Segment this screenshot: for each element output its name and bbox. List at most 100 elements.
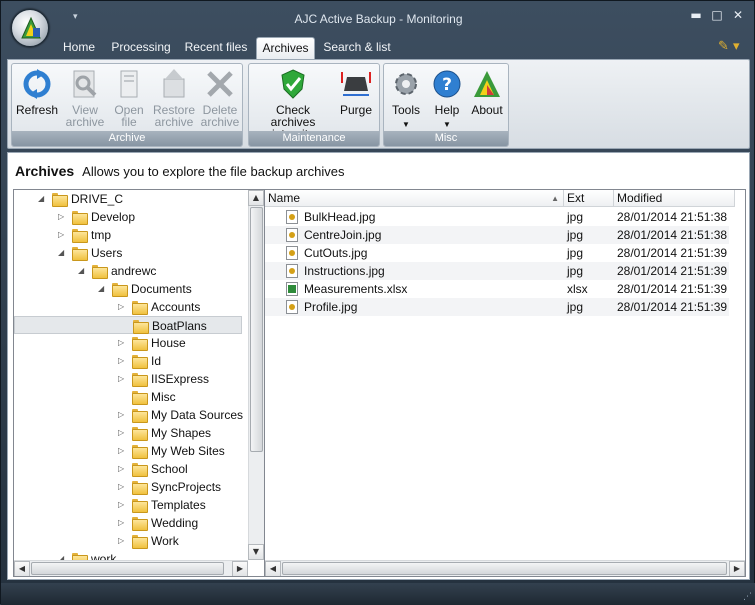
delete-archive-icon bbox=[207, 71, 233, 97]
theme-palette-icon[interactable]: ✎ ▾ bbox=[718, 39, 744, 55]
tree-item[interactable]: ▷ School bbox=[14, 460, 242, 478]
view-archive-button[interactable]: View archive bbox=[62, 67, 108, 128]
expand-icon[interactable]: ▷ bbox=[58, 226, 68, 244]
expand-icon[interactable]: ▷ bbox=[118, 334, 128, 352]
tree-item[interactable]: ◢ Users bbox=[14, 244, 242, 262]
restore-archive-button[interactable]: Restore archive bbox=[150, 67, 198, 128]
expand-icon[interactable]: ▷ bbox=[118, 478, 128, 496]
tree-item[interactable]: ▷ My Web Sites bbox=[14, 442, 242, 460]
file-row[interactable]: Measurements.xlsx xlsx 28/01/2014 21:51:39 bbox=[265, 280, 729, 298]
tree-item-label: My Data Sources bbox=[151, 408, 244, 422]
list-hscroll-thumb[interactable] bbox=[282, 562, 727, 575]
tree-item[interactable]: Misc bbox=[14, 388, 242, 406]
tree-item[interactable]: ▷ Id bbox=[14, 352, 242, 370]
tab-home[interactable]: Home bbox=[58, 37, 100, 59]
collapse-icon[interactable]: ◢ bbox=[38, 190, 48, 208]
tree-item[interactable]: ▷ Templates bbox=[14, 496, 242, 514]
tree-item[interactable]: ◢ andrewc bbox=[14, 262, 242, 280]
folder-icon bbox=[52, 193, 68, 207]
folder-tree[interactable]: ◢ DRIVE_C ▷ Develop ▷ tmp ◢ Users ◢ andrewc ◢ Docum… bbox=[13, 189, 265, 577]
tree-scroll-left-button[interactable]: ◀ bbox=[14, 561, 30, 576]
tree-hscroll-thumb[interactable] bbox=[31, 562, 224, 575]
folder-icon bbox=[132, 445, 148, 459]
tree-scroll-up-button[interactable]: ▲ bbox=[248, 190, 264, 206]
tab-processing[interactable]: Processing bbox=[105, 37, 177, 59]
open-file-label-2: file bbox=[121, 115, 137, 129]
tab-search-list[interactable]: Search & list bbox=[319, 37, 395, 59]
folder-icon bbox=[132, 409, 148, 423]
tree-item-label: Id bbox=[151, 354, 162, 368]
file-ext: jpg bbox=[567, 228, 584, 242]
expand-icon[interactable]: ▷ bbox=[118, 514, 128, 532]
tree-item[interactable]: ▷ My Shapes bbox=[14, 424, 242, 442]
maintenance-group-label: Maintenance bbox=[249, 131, 379, 146]
collapse-icon[interactable]: ◢ bbox=[78, 262, 88, 280]
list-horizontal-scrollbar[interactable]: ◀ ▶ bbox=[265, 560, 745, 576]
tree-scroll-thumb[interactable] bbox=[250, 207, 263, 452]
spreadsheet-file-icon bbox=[286, 282, 298, 296]
tools-button[interactable]: Tools ▼ bbox=[386, 67, 426, 131]
file-name: BulkHead.jpg bbox=[304, 210, 376, 224]
expand-icon[interactable]: ▷ bbox=[118, 532, 128, 550]
file-row[interactable]: Instructions.jpg jpg 28/01/2014 21:51:39 bbox=[265, 262, 729, 280]
file-row[interactable]: CutOuts.jpg jpg 28/01/2014 21:51:39 bbox=[265, 244, 729, 262]
tab-recent-files[interactable]: Recent files bbox=[182, 37, 250, 59]
purge-button[interactable]: Purge bbox=[335, 67, 377, 116]
file-list[interactable]: Name ▲ Ext Modified BulkHead.jpg jpg 28/01… bbox=[264, 189, 746, 577]
resize-grip-icon[interactable]: ⋰ bbox=[743, 592, 753, 602]
app-menu-button[interactable] bbox=[11, 9, 49, 47]
app-logo-icon bbox=[21, 16, 41, 39]
check-integrity-button[interactable]: Check archives integrity bbox=[252, 67, 334, 140]
expand-icon[interactable]: ▷ bbox=[118, 496, 128, 514]
minimize-button[interactable]: ▬ bbox=[688, 7, 704, 23]
misc-group: Tools ▼ ? Help ▼ About Misc bbox=[383, 63, 509, 147]
tree-item-label: Templates bbox=[151, 498, 206, 512]
collapse-icon[interactable]: ◢ bbox=[98, 280, 108, 298]
list-scroll-right-button[interactable]: ▶ bbox=[729, 561, 745, 576]
expand-icon[interactable]: ▷ bbox=[118, 460, 128, 478]
file-ext: jpg bbox=[567, 246, 584, 260]
expand-icon[interactable]: ▷ bbox=[118, 298, 128, 316]
maximize-button[interactable]: □ bbox=[709, 7, 725, 23]
about-button[interactable]: About bbox=[468, 67, 506, 116]
tab-archives[interactable]: Archives bbox=[256, 37, 315, 59]
help-button[interactable]: ? Help ▼ bbox=[428, 67, 466, 131]
collapse-icon[interactable]: ◢ bbox=[58, 244, 68, 262]
tree-item[interactable]: ▷ House bbox=[14, 334, 242, 352]
list-scroll-left-button[interactable]: ◀ bbox=[265, 561, 281, 576]
file-row[interactable]: BulkHead.jpg jpg 28/01/2014 21:51:38 bbox=[265, 208, 729, 226]
folder-icon bbox=[132, 391, 148, 405]
tree-item[interactable]: ▷ Develop bbox=[14, 208, 242, 226]
tree-item[interactable]: ▷ Work bbox=[14, 532, 242, 550]
close-button[interactable]: ✕ bbox=[730, 7, 746, 23]
folder-icon bbox=[132, 301, 148, 315]
expand-icon[interactable]: ▷ bbox=[118, 406, 128, 424]
tree-item[interactable]: BoatPlans bbox=[14, 316, 242, 334]
tree-scroll-down-button[interactable]: ▼ bbox=[248, 544, 264, 560]
tree-vertical-scrollbar[interactable]: ▲ ▼ bbox=[248, 190, 264, 560]
tree-item[interactable]: ▷ tmp bbox=[14, 226, 242, 244]
tree-item[interactable]: ▷ IISExpress bbox=[14, 370, 242, 388]
column-header-ext[interactable]: Ext bbox=[564, 190, 614, 207]
column-header-modified[interactable]: Modified bbox=[614, 190, 735, 207]
file-row[interactable]: Profile.jpg jpg 28/01/2014 21:51:39 bbox=[265, 298, 729, 316]
tree-horizontal-scrollbar[interactable]: ◀ ▶ bbox=[14, 560, 248, 576]
open-file-button[interactable]: Open file bbox=[109, 67, 149, 128]
expand-icon[interactable]: ▷ bbox=[118, 352, 128, 370]
expand-icon[interactable]: ▷ bbox=[118, 370, 128, 388]
tree-item[interactable]: ▷ Accounts bbox=[14, 298, 242, 316]
tree-item[interactable]: ▷ Wedding bbox=[14, 514, 242, 532]
column-header-name[interactable]: Name ▲ bbox=[265, 190, 564, 207]
purge-weight-icon bbox=[341, 72, 371, 96]
delete-archive-button[interactable]: Delete archive bbox=[198, 67, 242, 128]
file-row[interactable]: CentreJoin.jpg jpg 28/01/2014 21:51:38 bbox=[265, 226, 729, 244]
tree-item[interactable]: ◢ DRIVE_C bbox=[14, 190, 242, 208]
tree-item[interactable]: ▷ My Data Sources bbox=[14, 406, 244, 424]
expand-icon[interactable]: ▷ bbox=[118, 442, 128, 460]
expand-icon[interactable]: ▷ bbox=[58, 208, 68, 226]
tree-scroll-right-button[interactable]: ▶ bbox=[232, 561, 248, 576]
expand-icon[interactable]: ▷ bbox=[118, 424, 128, 442]
refresh-button[interactable]: Refresh bbox=[15, 67, 59, 116]
tree-item[interactable]: ◢ Documents bbox=[14, 280, 242, 298]
tree-item[interactable]: ▷ SyncProjects bbox=[14, 478, 242, 496]
